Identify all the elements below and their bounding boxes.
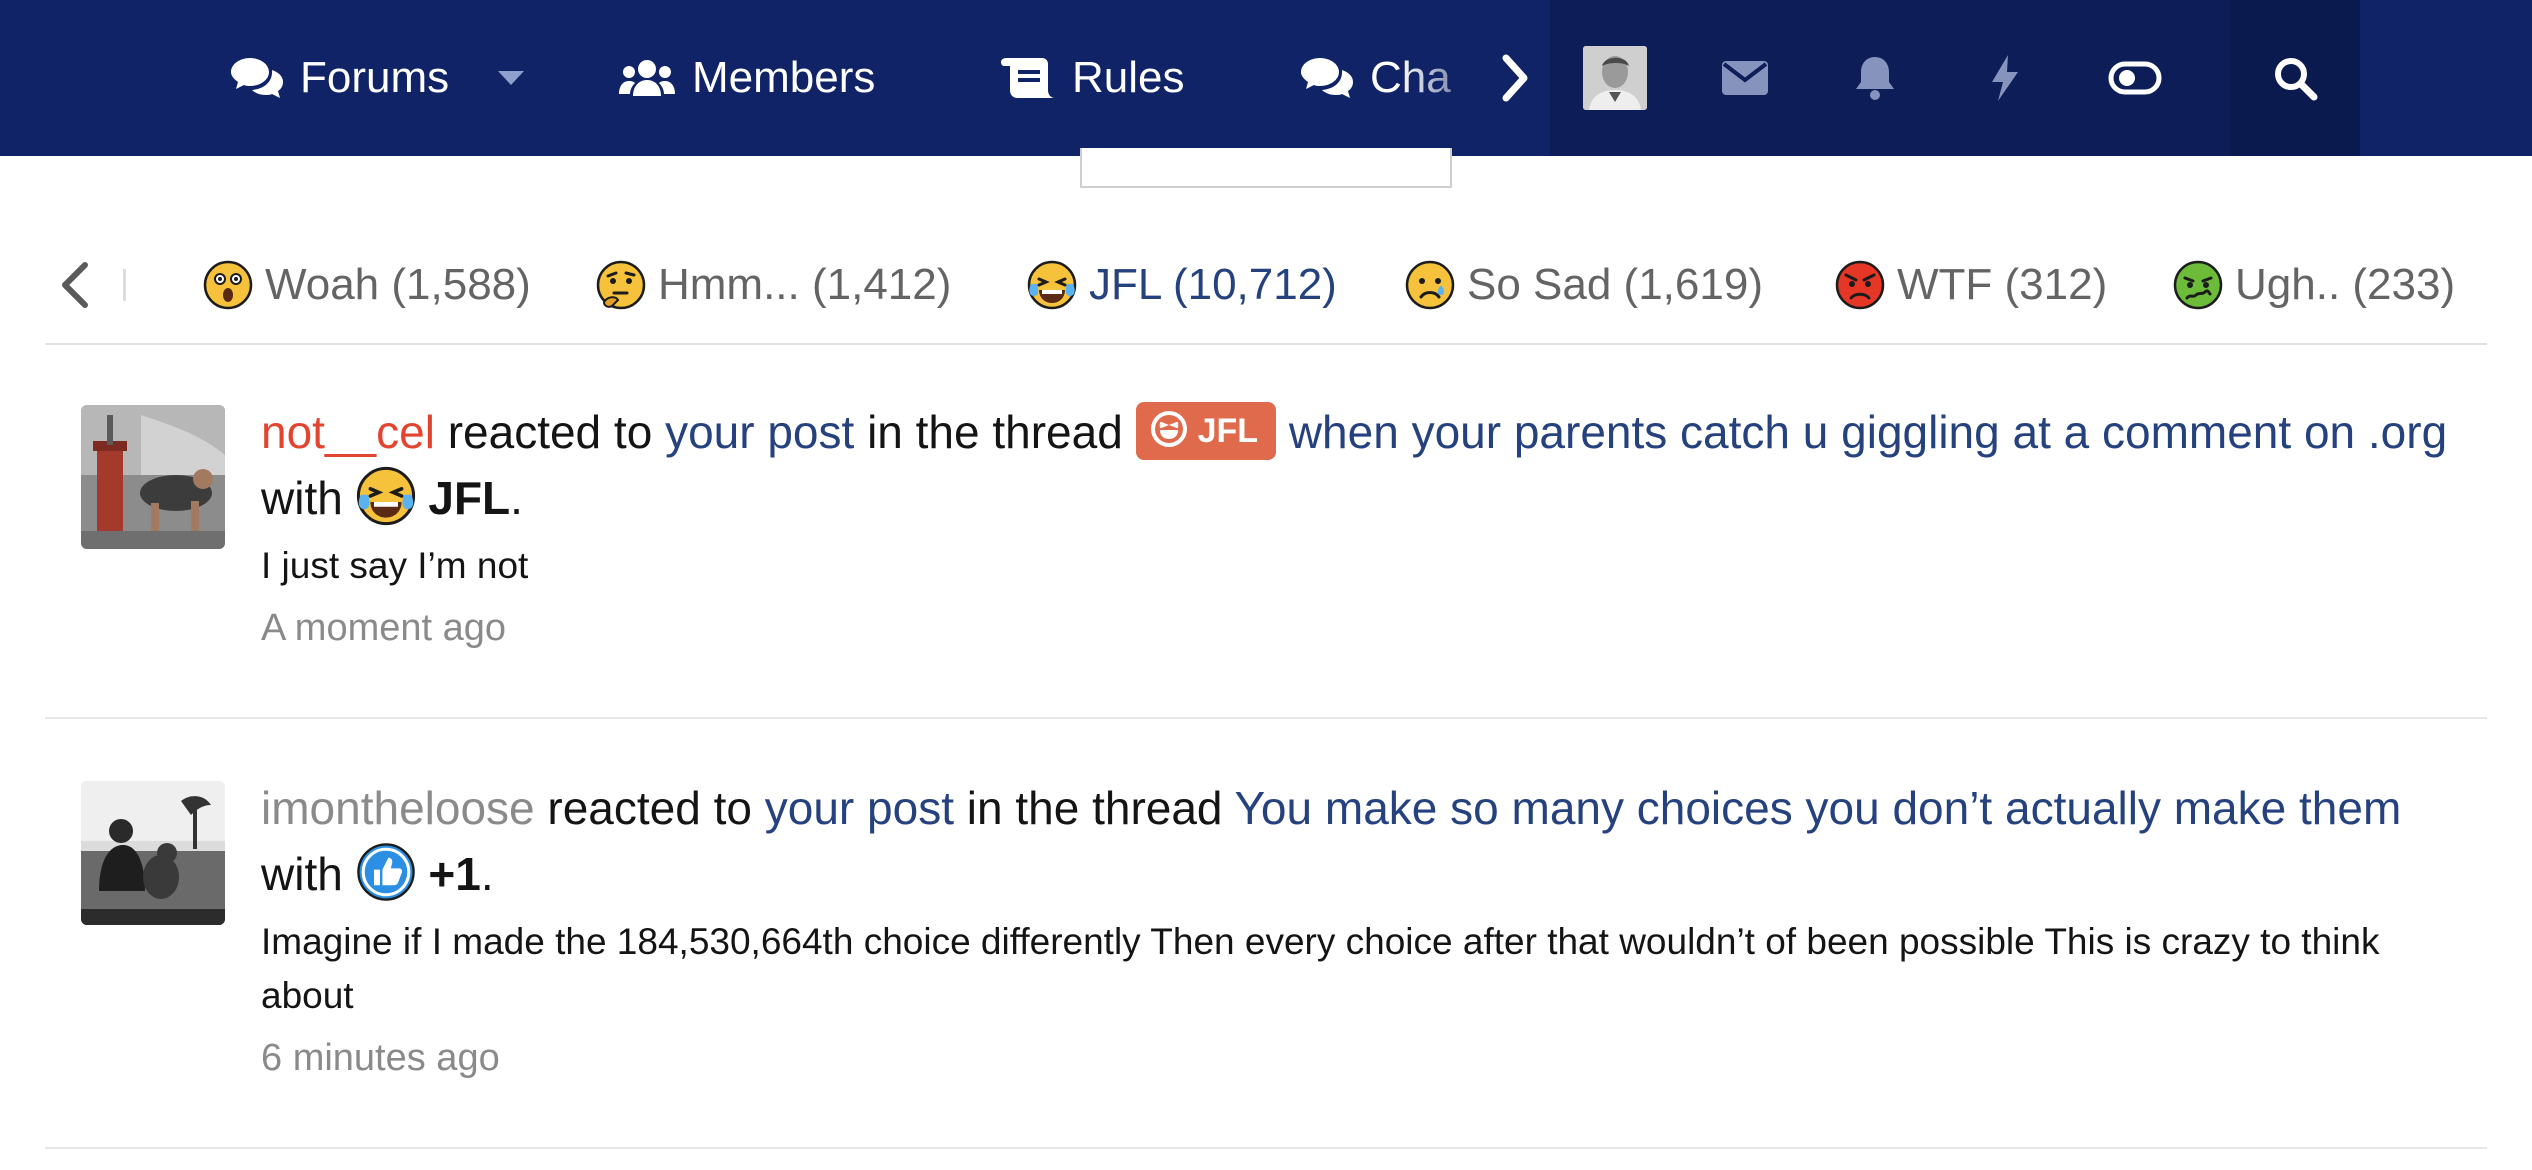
laughing-crying-emoji xyxy=(1027,260,1077,310)
nav-overflow-fade xyxy=(1400,0,1500,156)
reaction-filter-tabs: Woah (1,588) Hmm... (1,412) JFL (10,712) xyxy=(45,225,2487,345)
post-snippet: Imagine if I made the 184,530,664th choi… xyxy=(261,921,2380,1016)
reaction-tab-woah[interactable]: Woah (1,588) xyxy=(203,253,531,317)
username-link[interactable]: imontheloose xyxy=(261,782,535,834)
laughing-crying-emoji xyxy=(356,466,415,526)
chevron-left-icon xyxy=(62,262,88,308)
envelope-icon xyxy=(1722,61,1768,95)
dropdown-menu-tab-edge xyxy=(1080,148,1452,188)
account-button[interactable] xyxy=(1550,0,1680,156)
reaction-tab-jfl[interactable]: JFL (10,712) xyxy=(1027,253,1337,317)
caret-down-icon xyxy=(498,71,524,85)
alerts-button[interactable] xyxy=(1810,0,1940,156)
thread-title-link[interactable]: when your parents catch u giggling at a … xyxy=(1289,406,2447,458)
reaction-tab-wtf-label: WTF (312) xyxy=(1897,260,2108,309)
your-post-link[interactable]: your post xyxy=(665,406,854,458)
nav-scroll-next-button[interactable] xyxy=(1486,0,1546,156)
thread-prefix-badge: JFL xyxy=(1135,402,1277,460)
forums-dropdown-toggle[interactable] xyxy=(496,0,542,156)
nav-rules[interactable]: Rules xyxy=(1000,0,1185,156)
style-toggle-button[interactable] xyxy=(2070,0,2200,156)
alert-time: 6 minutes ago xyxy=(261,1037,500,1079)
comments-icon xyxy=(1301,58,1353,98)
with-text: with xyxy=(261,472,343,524)
reaction-tab-ugh[interactable]: Ugh.. (233) xyxy=(2173,253,2455,317)
sentence-period: . xyxy=(480,848,494,900)
reaction-tab-woah-label: Woah (1,588) xyxy=(265,260,531,309)
reaction-tab-jfl-label: JFL (10,712) xyxy=(1089,260,1337,309)
search-button[interactable] xyxy=(2230,0,2360,156)
with-text: with xyxy=(261,848,343,900)
toggle-icon xyxy=(2108,61,2162,95)
nav-forums[interactable]: Forums xyxy=(230,0,449,156)
alert-text: not__cel reacted to your post in the thr… xyxy=(261,399,2461,531)
chevron-right-icon xyxy=(1502,54,1528,102)
reaction-tab-so-sad-label: So Sad (1,619) xyxy=(1467,260,1763,309)
in-thread-text: in the thread xyxy=(867,406,1123,458)
laughing-icon xyxy=(1150,411,1187,447)
whats-new-button[interactable] xyxy=(1940,0,2070,156)
alert-time: A moment ago xyxy=(261,607,507,649)
reaction-tab-so-sad[interactable]: So Sad (1,619) xyxy=(1405,253,1763,317)
thinking-emoji xyxy=(596,260,646,310)
nav-forums-label: Forums xyxy=(300,53,450,102)
reaction-name: JFL xyxy=(428,472,511,524)
reaction-tab-hmm-label: Hmm... (1,412) xyxy=(658,260,952,309)
reaction-tab-hmm[interactable]: Hmm... (1,412) xyxy=(596,253,951,317)
scroll-icon xyxy=(1001,58,1055,98)
bolt-icon xyxy=(1992,55,2018,101)
woah-emoji xyxy=(203,260,253,310)
avatar[interactable] xyxy=(81,405,225,549)
inbox-button[interactable] xyxy=(1680,0,1810,156)
your-post-link[interactable]: your post xyxy=(765,782,954,834)
comments-icon xyxy=(231,58,283,98)
reaction-tab-ugh-label: Ugh.. (233) xyxy=(2235,260,2456,309)
reactions-scroll-prev-button[interactable] xyxy=(45,255,105,315)
users-icon xyxy=(619,60,675,96)
alert-item: not__cel reacted to your post in the thr… xyxy=(45,345,2487,719)
username-link[interactable]: not__cel xyxy=(261,406,435,458)
bell-icon xyxy=(1856,57,1894,100)
search-icon xyxy=(2275,58,2318,101)
thread-title-link[interactable]: You make so many choices you don’t actua… xyxy=(1234,782,2401,834)
reacted-to-text: reacted to xyxy=(447,406,653,458)
angry-emoji xyxy=(1835,260,1885,310)
tab-divider xyxy=(123,269,126,301)
nav-tabs: Forums Members Rules xyxy=(0,0,1550,156)
alert-content: imontheloose reacted to your post in the… xyxy=(261,775,2461,1080)
sick-emoji xyxy=(2173,260,2223,310)
sentence-period: . xyxy=(510,472,523,524)
alert-content: not__cel reacted to your post in the thr… xyxy=(261,399,2461,650)
user-avatar xyxy=(1583,46,1647,110)
alert-item: imontheloose reacted to your post in the… xyxy=(45,719,2487,1149)
reaction-name: +1 xyxy=(428,848,481,900)
avatar[interactable] xyxy=(81,781,225,925)
in-thread-text: in the thread xyxy=(966,782,1223,834)
nav-members[interactable]: Members xyxy=(618,0,875,156)
post-snippet: I just say I’m not xyxy=(261,545,529,586)
reacted-to-text: reacted to xyxy=(547,782,752,834)
top-navbar: Forums Members Rules xyxy=(0,0,2532,156)
reaction-tab-wtf[interactable]: WTF (312) xyxy=(1835,253,2107,317)
thumbs-up-emoji xyxy=(356,843,415,901)
thread-prefix-label: JFL xyxy=(1197,412,1259,450)
nav-rules-label: Rules xyxy=(1072,53,1185,102)
crying-emoji xyxy=(1405,260,1455,310)
alert-text: imontheloose reacted to your post in the… xyxy=(261,775,2461,907)
nav-members-label: Members xyxy=(692,53,876,102)
